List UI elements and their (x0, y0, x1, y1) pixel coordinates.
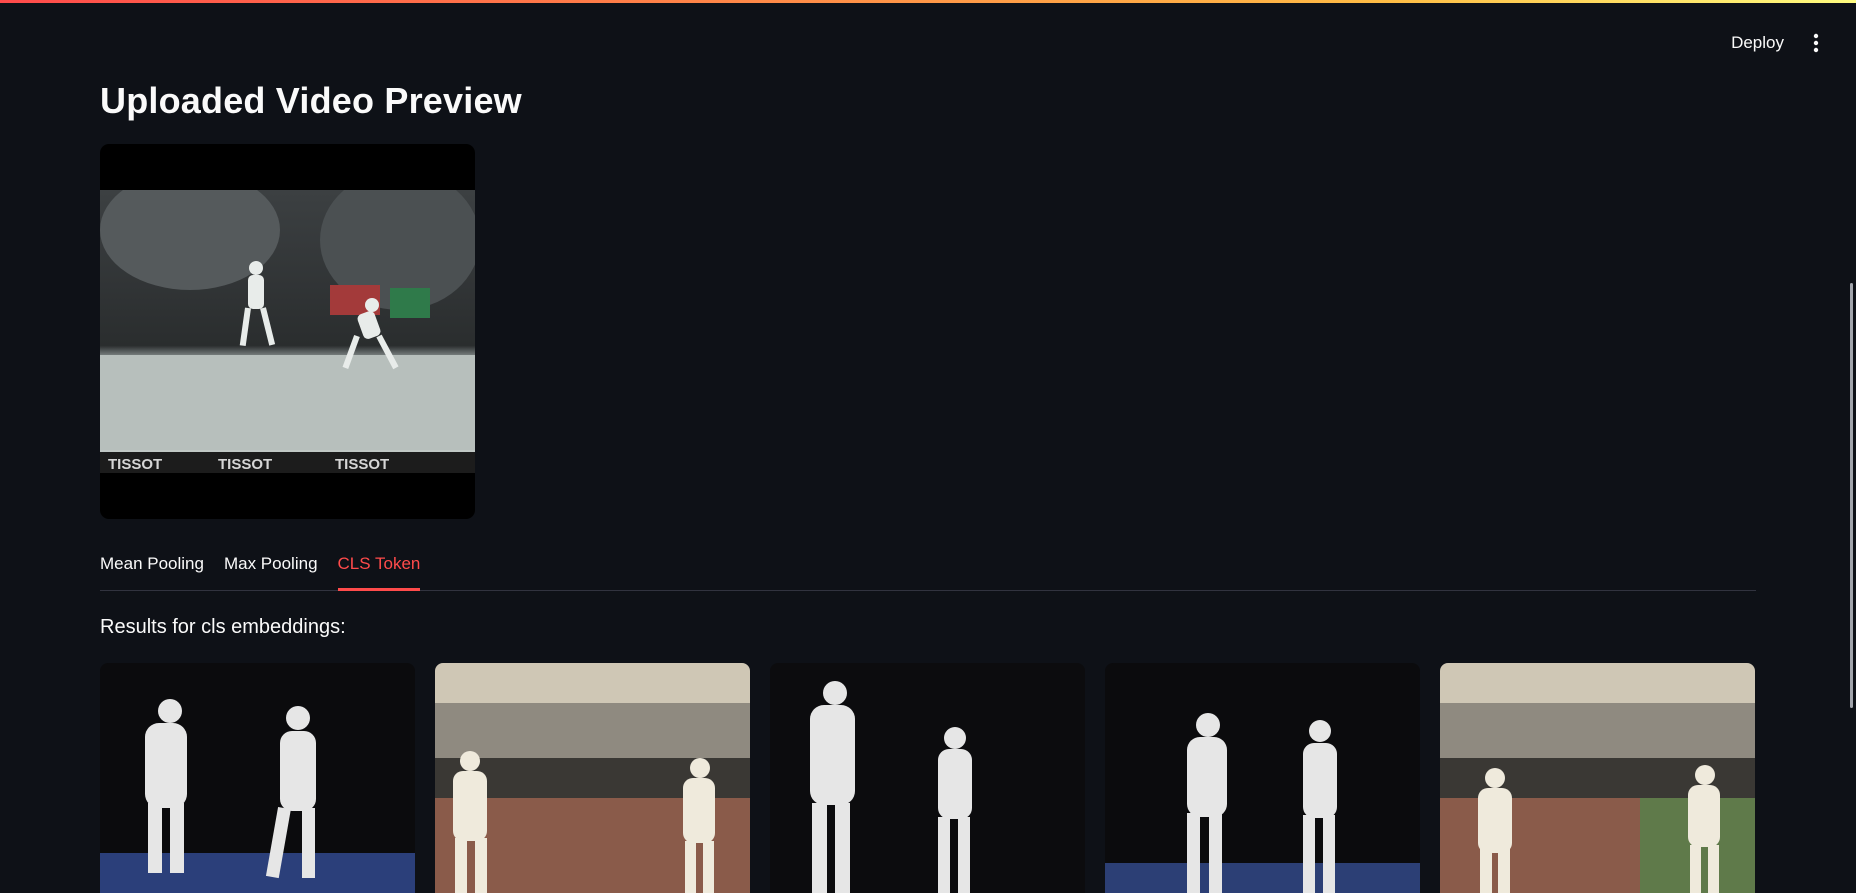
video-player[interactable]: TISSOT TISSOT TISSOT (100, 144, 475, 519)
result-thumbnail-4[interactable] (1105, 663, 1420, 893)
svg-text:TISSOT: TISSOT (218, 456, 272, 473)
tab-mean-pooling[interactable]: Mean Pooling (100, 548, 204, 590)
deploy-button[interactable]: Deploy (1731, 33, 1784, 53)
embedding-tabs: Mean Pooling Max Pooling CLS Token (100, 548, 1756, 591)
result-thumbnail-1[interactable] (100, 663, 415, 893)
results-label: Results for cls embeddings: (100, 616, 346, 638)
results-grid (100, 663, 1756, 893)
svg-text:TISSOT: TISSOT (335, 456, 389, 473)
result-thumbnail-3[interactable] (770, 663, 1085, 893)
top-decoration-stripe (0, 0, 1856, 3)
page-scrollbar[interactable] (1846, 0, 1856, 878)
header-toolbar: Deploy (1731, 30, 1826, 56)
video-frame: TISSOT TISSOT TISSOT (100, 190, 475, 473)
video-brand-text: TISSOT (108, 456, 162, 473)
more-vertical-icon[interactable] (1806, 30, 1826, 56)
tab-max-pooling[interactable]: Max Pooling (224, 548, 318, 590)
tab-cls-token[interactable]: CLS Token (337, 548, 420, 591)
scrollbar-thumb[interactable] (1850, 283, 1853, 708)
result-thumbnail-5[interactable] (1440, 663, 1755, 893)
page-title: Uploaded Video Preview (100, 80, 522, 121)
result-thumbnail-2[interactable] (435, 663, 750, 893)
